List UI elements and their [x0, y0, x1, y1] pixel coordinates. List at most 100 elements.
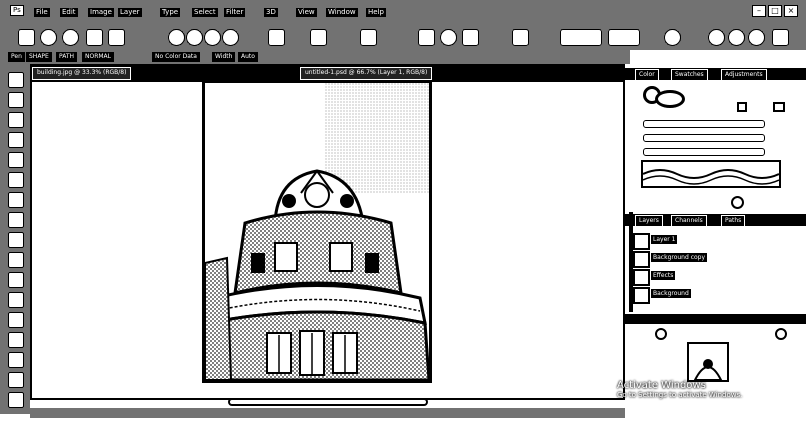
menu-type[interactable]: Type — [160, 8, 181, 17]
tab-swatches[interactable]: Swatches — [671, 69, 708, 81]
path-ops-icon[interactable] — [360, 29, 377, 46]
menu-select[interactable]: Select — [192, 8, 218, 17]
panel-menu-icon[interactable] — [773, 102, 785, 112]
background-color-icon[interactable] — [655, 90, 685, 108]
document-tab-bar: building.jpg @ 33.3% (RGB/8) untitled-1.… — [30, 64, 625, 80]
option-shape[interactable]: SHAPE — [26, 52, 52, 62]
pen-tool-icon[interactable] — [8, 352, 24, 368]
type-tool-icon[interactable] — [8, 372, 24, 388]
option-auto[interactable]: Auto — [238, 52, 258, 62]
layer-name: Background copy — [651, 253, 708, 262]
share-icon[interactable] — [772, 29, 789, 46]
color-panel-header: Color Swatches Adjustments — [625, 68, 806, 81]
eyedropper-tool-icon[interactable] — [8, 172, 24, 188]
history-brush-tool-icon[interactable] — [8, 252, 24, 268]
layer-row[interactable]: Background copy — [633, 250, 793, 268]
right-panels: Color Swatches Adjustments Layers Channe… — [625, 64, 806, 414]
link-layers-icon[interactable] — [655, 328, 667, 340]
menu-file[interactable]: File — [34, 8, 50, 17]
rotate-icon[interactable] — [708, 29, 725, 46]
transform-icon[interactable] — [86, 29, 103, 46]
close-button[interactable]: × — [784, 5, 798, 17]
option-width[interactable]: Width — [212, 52, 236, 62]
navigator-preview-icon — [693, 359, 723, 381]
shape-icon[interactable] — [418, 29, 435, 46]
tab-layers[interactable]: Layers — [635, 215, 663, 227]
quick-select-tool-icon[interactable] — [8, 132, 24, 148]
tab-adjustments[interactable]: Adjustments — [721, 69, 767, 81]
color-slider-g[interactable] — [643, 134, 765, 142]
distribute-icon[interactable] — [560, 29, 602, 46]
home-icon[interactable] — [18, 29, 35, 46]
layer-row[interactable]: Effects — [633, 268, 793, 286]
hand-tool-icon[interactable] — [8, 392, 24, 408]
minimize-button[interactable]: – — [752, 5, 766, 17]
option-color-data[interactable]: No Color Data — [152, 52, 200, 62]
color-slider-r[interactable] — [643, 120, 765, 128]
status-bar — [30, 408, 625, 418]
tools-panel — [0, 64, 30, 414]
layer-row[interactable]: Layer 1 — [633, 232, 793, 250]
stroke-icon[interactable] — [222, 29, 239, 46]
zoom-icon[interactable] — [664, 29, 681, 46]
opacity-knob-icon[interactable] — [731, 196, 744, 209]
layer-row[interactable]: Background — [633, 286, 793, 304]
move-tool-icon[interactable] — [8, 72, 24, 88]
eraser-tool-icon[interactable] — [8, 272, 24, 288]
maximize-button[interactable]: □ — [768, 5, 782, 17]
dodge-tool-icon[interactable] — [8, 332, 24, 348]
layer-name: Effects — [651, 271, 676, 280]
tab-channels[interactable]: Channels — [671, 215, 707, 227]
option-path[interactable]: PATH — [56, 52, 78, 62]
color-spectrum[interactable] — [641, 160, 781, 188]
layer-thumbnail — [633, 233, 650, 250]
link-icon[interactable] — [108, 29, 125, 46]
layer-name: Background — [651, 289, 691, 298]
new-layer-icon[interactable] — [775, 328, 787, 340]
marquee-tool-icon[interactable] — [8, 92, 24, 108]
align-icon[interactable] — [268, 29, 285, 46]
circle-icon[interactable] — [62, 29, 79, 46]
settings-icon[interactable] — [462, 29, 479, 46]
menu-layer[interactable]: Layer — [118, 8, 142, 17]
workspace-icon[interactable] — [748, 29, 765, 46]
stamp-tool-icon[interactable] — [8, 232, 24, 248]
tool-options-toolbar — [0, 24, 806, 50]
lock-icon[interactable] — [512, 29, 529, 46]
color-slider-b[interactable] — [643, 148, 765, 156]
document-canvas-image[interactable] — [202, 80, 432, 383]
tab-paths[interactable]: Paths — [721, 215, 746, 227]
navigator-thumbnail[interactable] — [687, 342, 729, 382]
lasso-tool-icon[interactable] — [8, 112, 24, 128]
menu-help[interactable]: Help — [366, 8, 386, 17]
document-tab[interactable]: building.jpg @ 33.3% (RGB/8) — [32, 67, 132, 80]
fill-icon[interactable] — [204, 29, 221, 46]
ellipse-icon[interactable] — [40, 29, 57, 46]
menu-view[interactable]: View — [296, 8, 317, 17]
tab-color[interactable]: Color — [635, 69, 659, 81]
crop-tool-icon[interactable] — [8, 152, 24, 168]
brush-icon[interactable] — [168, 29, 185, 46]
document-tab[interactable]: untitled-1.psd @ 66.7% (Layer 1, RGB/8) — [300, 67, 433, 80]
horizontal-scrollbar[interactable] — [228, 398, 428, 406]
menu-edit[interactable]: Edit — [60, 8, 78, 17]
option-normal[interactable]: NORMAL — [82, 52, 115, 62]
option-pen[interactable]: Pen — [8, 52, 25, 62]
menu-image[interactable]: Image — [88, 8, 114, 17]
menu-3d[interactable]: 3D — [264, 8, 278, 17]
menu-filter[interactable]: Filter — [224, 8, 246, 17]
spacing-icon[interactable] — [608, 29, 640, 46]
arrange-icon[interactable] — [310, 29, 327, 46]
menu-window[interactable]: Window — [326, 8, 358, 17]
healing-tool-icon[interactable] — [8, 192, 24, 208]
layer-thumbnail — [633, 269, 650, 286]
brush-tool-icon[interactable] — [8, 212, 24, 228]
gear-icon[interactable] — [440, 29, 457, 46]
blur-tool-icon[interactable] — [8, 312, 24, 328]
building-photo — [205, 83, 429, 380]
gradient-tool-icon[interactable] — [8, 292, 24, 308]
search-icon[interactable] — [728, 29, 745, 46]
swatch-icon[interactable] — [737, 102, 747, 112]
options-bar: Pen SHAPE PATH NORMAL No Color Data Widt… — [0, 50, 630, 64]
pen-icon[interactable] — [186, 29, 203, 46]
